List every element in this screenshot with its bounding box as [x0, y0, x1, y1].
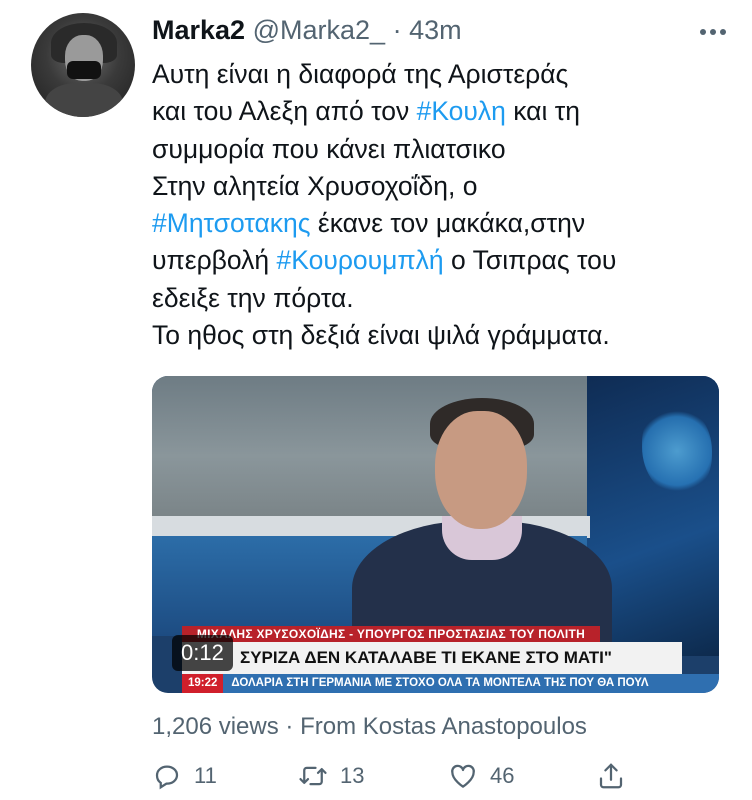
tweet-text-segment: υπερβολή — [152, 245, 277, 276]
tweet-text-line: και του Αλεξη από τον #Κουλη και τη — [152, 93, 732, 130]
video-ticker-text: ΔΟΛΑΡΙΑ ΣΤΗ ΓΕΡΜΑΝΙΑ ΜΕ ΣΤΟΧΟ ΟΛΑ ΤΑ ΜΟΝ… — [231, 677, 649, 689]
video-duration-badge: 0:12 — [172, 635, 233, 671]
retweet-button[interactable]: 13 — [298, 758, 364, 794]
tweet-text-segment: συμμορία που κάνει πλιατσικο — [152, 133, 506, 164]
like-count: 46 — [490, 763, 515, 788]
tweet-text-line: υπερβολή #Κουρουμπλή ο Τσιπρας του — [152, 242, 732, 279]
avatar[interactable] — [31, 13, 135, 117]
video-ticker: 19:22 ΔΟΛΑΡΙΑ ΣΤΗ ΓΕΡΜΑΝΙΑ ΜΕ ΣΤΟΧΟ ΟΛΑ Τ… — [182, 674, 719, 693]
tweet-text-segment: και του Αλεξη από τον — [152, 96, 417, 127]
avatar-body — [45, 83, 123, 117]
tweet-text-line: συμμορία που κάνει πλιατσικο — [152, 131, 732, 168]
video-source[interactable]: From Kostas Anastopoulos — [300, 713, 587, 740]
meta-separator: · — [392, 15, 402, 45]
tweet-text-line: εδειξε την πόρτα. — [152, 280, 732, 317]
tweet-text-line: Στην αλητεία Χρυσοχοΐδη, ο — [152, 168, 732, 205]
video-player[interactable]: ΜΙΧΑΛΗΣ ΧΡΥΣΟΧΟΪΔΗΣ - ΥΠΟΥΡΓΟΣ ΠΡΟΣΤΑΣΙΑ… — [152, 376, 719, 693]
reply-icon — [155, 765, 179, 790]
tweet-text-segment: Αυτη είναι η διαφορά της Αριστεράς — [152, 59, 569, 89]
tweet-text-segment: εδειξε την πόρτα. — [152, 282, 354, 313]
avatar-mask — [67, 61, 101, 79]
tweet-text-line: Το ηθος στη δεξιά είναι ψιλά γράμματα. — [152, 317, 732, 354]
tweet-text-line: #Μητσοτακης έκανε τον μακάκα,στην — [152, 205, 732, 242]
retweet-count: 13 — [340, 763, 365, 788]
tweet-text-segment: ο Τσιπρας του — [443, 245, 617, 276]
share-icon — [599, 763, 623, 789]
video-person-head — [435, 411, 527, 529]
tweet-header: Marka2 @Marka2_ · 43m — [152, 13, 462, 47]
reply-count: 11 — [194, 763, 217, 788]
hashtag-link[interactable]: #Μητσοτακης — [152, 208, 311, 238]
tweet-text-segment: Στην αλητεία Χρυσοχοΐδη, ο — [152, 170, 478, 201]
hashtag-link[interactable]: #Κουλη — [417, 96, 506, 126]
stats-separator: · — [285, 713, 294, 740]
tweet-time[interactable]: 43m — [409, 15, 462, 45]
tweet-text: Αυτη είναι η διαφορά της Αριστεράς και το… — [152, 56, 732, 354]
reply-button[interactable]: 11 — [152, 758, 217, 794]
more-options-icon[interactable] — [700, 22, 730, 35]
author-handle[interactable]: @Marka2_ — [253, 15, 385, 45]
share-button[interactable] — [596, 758, 638, 794]
view-count: 1,206 views — [152, 713, 279, 740]
like-button[interactable]: 46 — [448, 758, 514, 794]
retweet-icon — [299, 766, 327, 786]
like-icon — [451, 764, 475, 788]
video-stats: 1,206 views · From Kostas Anastopoulos — [152, 712, 587, 742]
hashtag-link[interactable]: #Κουρουμπλή — [277, 245, 444, 275]
tweet-text-segment: Το ηθος στη δεξιά είναι ψιλά γράμματα. — [152, 320, 610, 351]
tweet-actions: 11 13 46 — [152, 758, 632, 794]
video-lower-third-name: ΜΙΧΑΛΗΣ ΧΡΥΣΟΧΟΪΔΗΣ - ΥΠΟΥΡΓΟΣ ΠΡΟΣΤΑΣΙΑ… — [182, 626, 600, 642]
tweet-text-segment: έκανε τον μακάκα,στην — [310, 208, 586, 239]
tweet-text-line: Αυτη είναι η διαφορά της Αριστεράς — [152, 56, 732, 93]
video-ticker-time: 19:22 — [182, 674, 224, 693]
video-headline: ΣΥΡΙΖΑ ΔΕΝ ΚΑΤΑΛΑΒΕ ΤΙ ΕΚΑΝΕ ΣΤΟ ΜΑΤΙ" — [182, 642, 682, 674]
author-name[interactable]: Marka2 — [152, 15, 245, 45]
tweet-text-segment: και τη — [505, 96, 580, 127]
